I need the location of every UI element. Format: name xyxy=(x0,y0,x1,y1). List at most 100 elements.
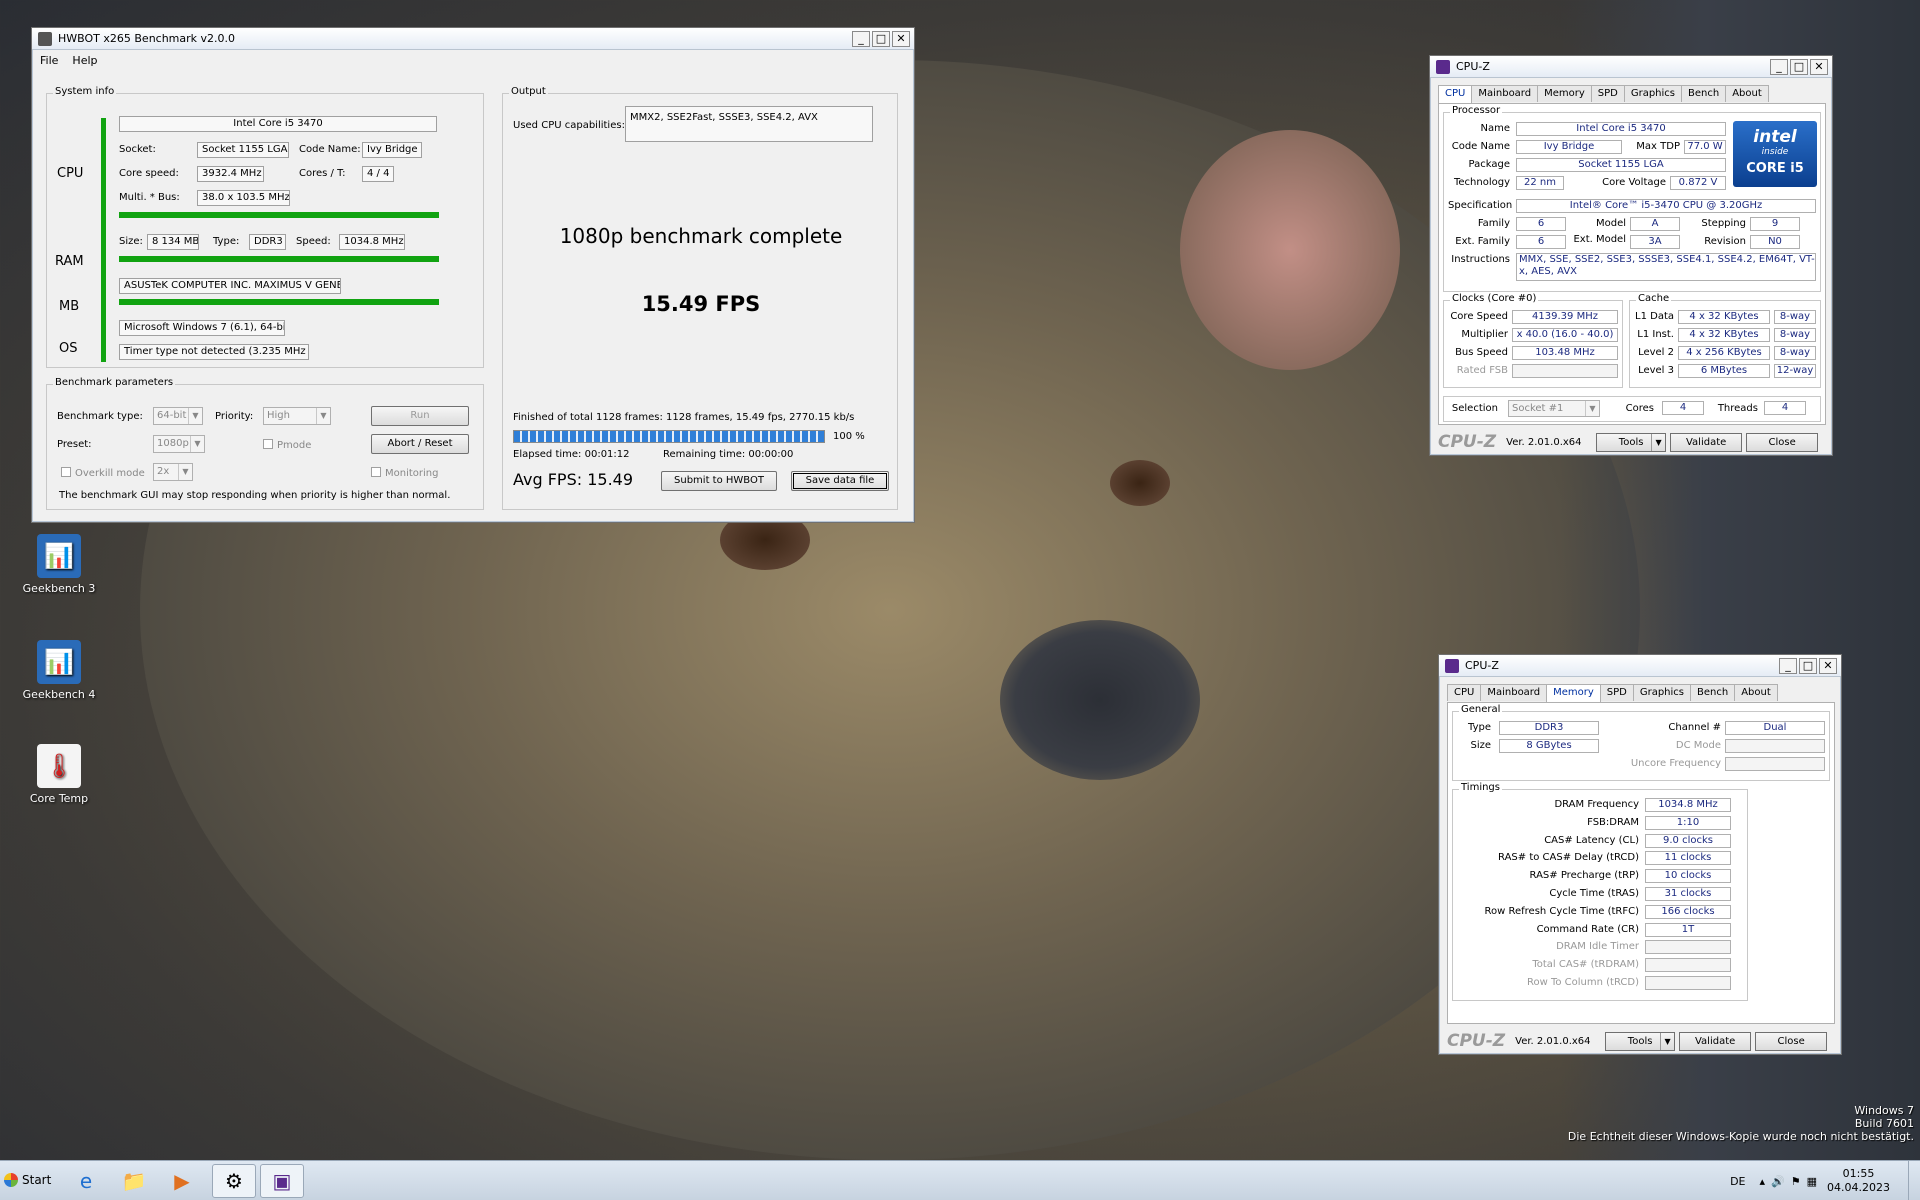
chevron-down-icon: ▼ xyxy=(178,464,192,480)
menu-file[interactable]: File xyxy=(40,54,58,67)
cpuz-titlebar[interactable]: CPU-Z _ □ ✕ xyxy=(1439,655,1841,677)
show-desktop-button[interactable] xyxy=(1908,1161,1920,1200)
tab-memory[interactable]: Memory xyxy=(1537,85,1592,102)
pmode-checkbox[interactable]: Pmode xyxy=(263,439,311,451)
instructions-value: MMX, SSE, SSE2, SSE3, SSSE3, SSE4.1, SSE… xyxy=(1516,253,1816,281)
general-legend: General xyxy=(1459,704,1503,715)
rated-fsb-label: Rated FSB xyxy=(1456,365,1508,376)
close-button[interactable]: Close xyxy=(1746,432,1819,452)
taskbar-hwbot[interactable]: ⚙ xyxy=(212,1164,256,1198)
abort-reset-button[interactable]: Abort / Reset xyxy=(371,434,469,454)
desktop-icon-coretemp[interactable]: 🌡 Core Temp xyxy=(19,744,99,805)
core-voltage-label: Core Voltage xyxy=(1602,177,1666,188)
output-group: Output Used CPU capabilities: MMX2, SSE2… xyxy=(502,86,898,510)
cpu-caps-value: MMX2, SSE2Fast, SSSE3, SSE4.2, AVX xyxy=(625,106,873,142)
tools-button[interactable]: Tools ▼ xyxy=(1605,1031,1676,1051)
threads-value: 4 xyxy=(1764,401,1806,415)
multiplier-value: x 40.0 (16.0 - 40.0) xyxy=(1512,328,1618,342)
show-hidden-icons[interactable]: ▴ xyxy=(1760,1175,1766,1188)
progress-fill xyxy=(514,431,824,442)
benchmark-type-select[interactable]: 64-bit ▼ xyxy=(153,407,203,425)
close-button[interactable]: ✕ xyxy=(1819,657,1837,674)
cpuz-titlebar[interactable]: CPU-Z _ □ ✕ xyxy=(1430,56,1832,78)
cpu-name: Intel Core i5 3470 xyxy=(119,116,437,132)
benchmark-status: 1080p benchmark complete xyxy=(559,224,843,248)
codename-label: Code Name: xyxy=(299,144,361,155)
validate-button[interactable]: Validate xyxy=(1670,432,1743,452)
maximize-button[interactable]: □ xyxy=(1790,58,1808,75)
taskbar-media-player[interactable]: ▶ xyxy=(160,1164,204,1198)
hwbot-window: HWBOT x265 Benchmark v2.0.0 _ □ ✕ File H… xyxy=(31,27,915,523)
codename-value: Ivy Bridge xyxy=(362,142,422,158)
family-label: Family xyxy=(1477,218,1510,229)
corespeed-value: 3932.4 MHz xyxy=(197,166,264,182)
tab-spd[interactable]: SPD xyxy=(1590,85,1625,102)
close-button[interactable]: Close xyxy=(1755,1031,1828,1051)
speaker-icon[interactable]: 🔊 xyxy=(1771,1175,1785,1188)
desktop-icon-geekbench4[interactable]: 📊 Geekbench 4 xyxy=(19,640,99,701)
overkill-select[interactable]: 2x ▼ xyxy=(153,463,193,481)
output-legend: Output xyxy=(509,86,548,97)
avg-fps: Avg FPS: 15.49 xyxy=(513,470,634,489)
tab-bench[interactable]: Bench xyxy=(1681,85,1727,102)
hwbot-app-icon xyxy=(38,31,52,46)
name-label: Name xyxy=(1480,123,1510,134)
mem-size-value: 8 GBytes xyxy=(1499,739,1599,753)
maximize-button[interactable]: □ xyxy=(1799,657,1817,674)
menu-help[interactable]: Help xyxy=(72,54,97,67)
desktop-icon-geekbench3[interactable]: 📊 Geekbench 3 xyxy=(19,534,99,595)
run-button[interactable]: Run xyxy=(371,406,469,426)
save-data-file-button[interactable]: Save data file xyxy=(791,471,889,491)
network-icon[interactable]: ▦ xyxy=(1807,1175,1817,1188)
monitoring-checkbox[interactable]: Monitoring xyxy=(371,467,438,479)
tab-cpu[interactable]: CPU xyxy=(1438,85,1473,103)
clock-time: 01:55 xyxy=(1842,1167,1875,1180)
processor-group: Processor Name Intel Core i5 3470 Code N… xyxy=(1443,105,1821,292)
technology-value: 22 nm xyxy=(1516,176,1564,190)
clock[interactable]: 01:55 04.04.2023 xyxy=(1827,1167,1890,1195)
tab-mainboard[interactable]: Mainboard xyxy=(1480,684,1548,701)
timing-value xyxy=(1645,976,1731,990)
minimize-button[interactable]: _ xyxy=(1770,58,1788,75)
taskbar-internet-explorer[interactable]: e xyxy=(64,1164,108,1198)
minimize-button[interactable]: _ xyxy=(1779,657,1797,674)
tab-graphics[interactable]: Graphics xyxy=(1632,684,1692,701)
taskbar-explorer[interactable]: 📁 xyxy=(112,1164,156,1198)
mainboard-value: ASUSTeK COMPUTER INC. MAXIMUS V GENE xyxy=(119,278,341,294)
tab-about[interactable]: About xyxy=(1725,85,1769,102)
tab-mainboard[interactable]: Mainboard xyxy=(1471,85,1539,102)
hwbot-titlebar[interactable]: HWBOT x265 Benchmark v2.0.0 _ □ ✕ xyxy=(32,28,914,50)
tab-bench[interactable]: Bench xyxy=(1690,684,1736,701)
tab-memory[interactable]: Memory xyxy=(1546,684,1601,702)
preset-select[interactable]: 1080p ▼ xyxy=(153,435,205,453)
maximize-button[interactable]: □ xyxy=(872,30,890,47)
windows-watermark: Windows 7 Build 7601 Die Echtheit dieser… xyxy=(1568,1104,1914,1143)
channel-value: Dual xyxy=(1725,721,1825,735)
taskbar-cpuz[interactable]: ▣ xyxy=(260,1164,304,1198)
validate-button[interactable]: Validate xyxy=(1679,1031,1752,1051)
max-tdp-label: Max TDP xyxy=(1636,141,1680,152)
close-button[interactable]: ✕ xyxy=(1810,58,1828,75)
submit-hwbot-button[interactable]: Submit to HWBOT xyxy=(661,471,777,491)
tab-graphics[interactable]: Graphics xyxy=(1623,85,1683,102)
intel-core-i5-badge: intel inside CORE i5 xyxy=(1733,121,1817,187)
flag-icon[interactable]: ⚑ xyxy=(1791,1175,1801,1188)
watermark-line: Die Echtheit dieser Windows-Kopie wurde … xyxy=(1567,1130,1914,1143)
overkill-checkbox[interactable]: Overkill mode xyxy=(61,467,145,479)
level2-label: Level 2 xyxy=(1638,347,1674,358)
l1-inst-ways: 8-way xyxy=(1774,328,1816,342)
priority-select[interactable]: High ▼ xyxy=(263,407,331,425)
close-button[interactable]: ✕ xyxy=(892,30,910,47)
selection-group: Selection Socket #1 ▼ Cores 4 Threads 4 xyxy=(1443,396,1821,422)
tab-cpu[interactable]: CPU xyxy=(1447,684,1482,701)
ext-family-label: Ext. Family xyxy=(1455,236,1510,247)
tools-button[interactable]: Tools ▼ xyxy=(1596,432,1667,452)
tab-about[interactable]: About xyxy=(1734,684,1778,701)
tab-spd[interactable]: SPD xyxy=(1599,684,1634,701)
start-button[interactable]: Start xyxy=(2,1167,52,1195)
language-indicator[interactable]: DE xyxy=(1730,1175,1745,1188)
timing-label: RAS# Precharge (tRP) xyxy=(1529,870,1639,882)
chevron-down-icon: ▼ xyxy=(190,436,204,452)
socket-select[interactable]: Socket #1 ▼ xyxy=(1508,400,1600,417)
minimize-button[interactable]: _ xyxy=(852,30,870,47)
